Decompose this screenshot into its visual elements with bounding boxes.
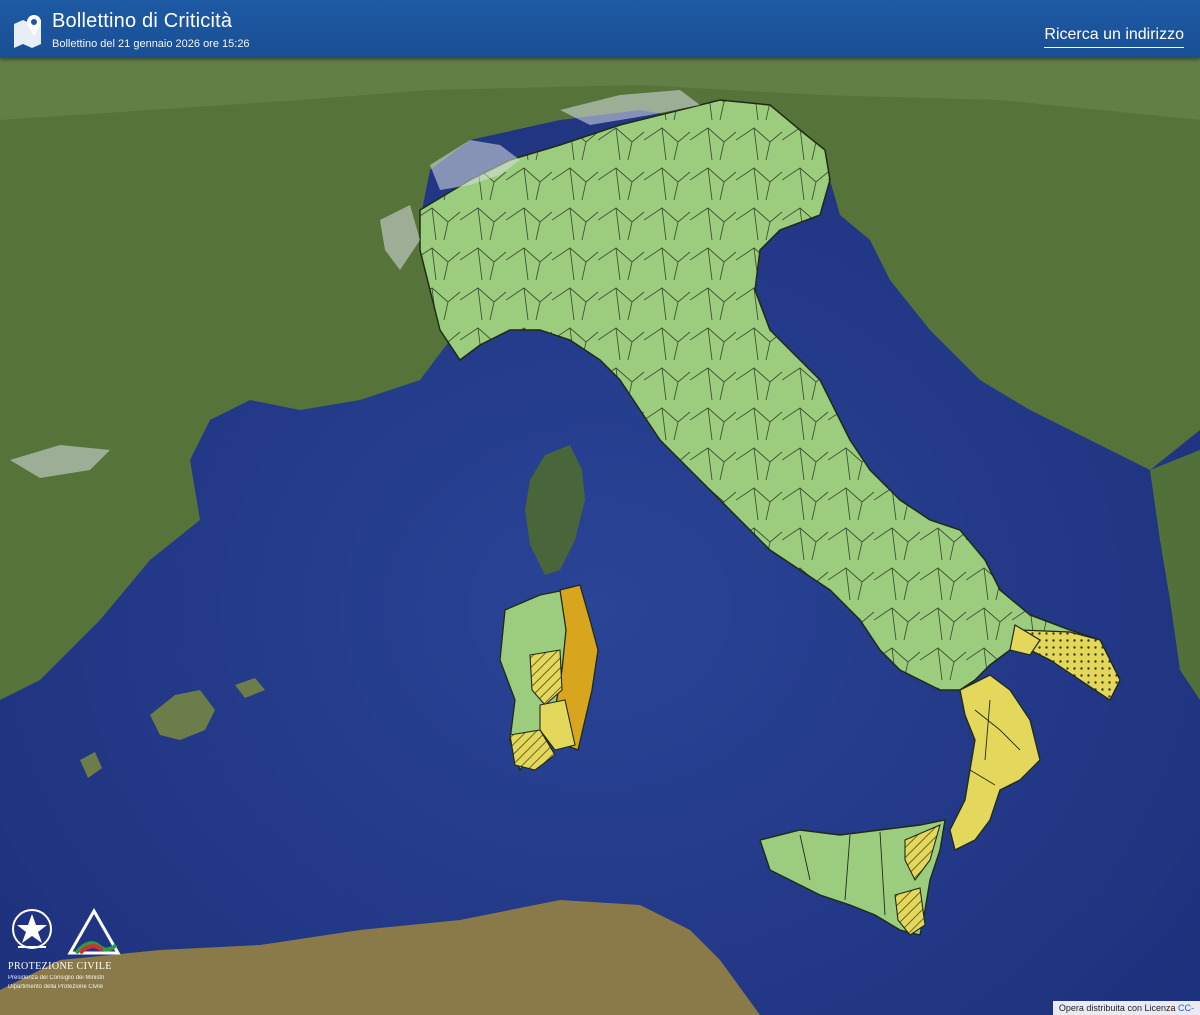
address-search-link[interactable]: Ricerca un indirizzo bbox=[1044, 26, 1184, 48]
org-name: PROTEZIONE CIVILE bbox=[8, 961, 112, 972]
alert-map[interactable] bbox=[0, 0, 1200, 1015]
bulletin-date: Bollettino del 21 gennaio 2026 ore 15:26 bbox=[52, 38, 250, 50]
app-header: Bollettino di Criticità Bollettino del 2… bbox=[0, 0, 1200, 58]
attribution-text: Opera distribuita con Licenza bbox=[1058, 1003, 1176, 1013]
org-sub-dipartimento: Dipartimento della Protezione Civile bbox=[8, 984, 104, 990]
protezione-civile-logo: PROTEZIONE CIVILE Presidenza del Consigl… bbox=[8, 905, 128, 1000]
license-attribution: Opera distribuita con Licenza CC- bbox=[1052, 1001, 1200, 1015]
license-link[interactable]: CC- bbox=[1178, 1003, 1194, 1013]
map-pin-icon bbox=[14, 15, 41, 48]
republic-emblem-icon bbox=[12, 909, 52, 949]
page-title: Bollettino di Criticità bbox=[52, 10, 233, 32]
org-sub-presidenza: Presidenza del Consiglio dei Ministri bbox=[8, 975, 105, 981]
protezione-civile-mark-icon bbox=[67, 907, 121, 955]
